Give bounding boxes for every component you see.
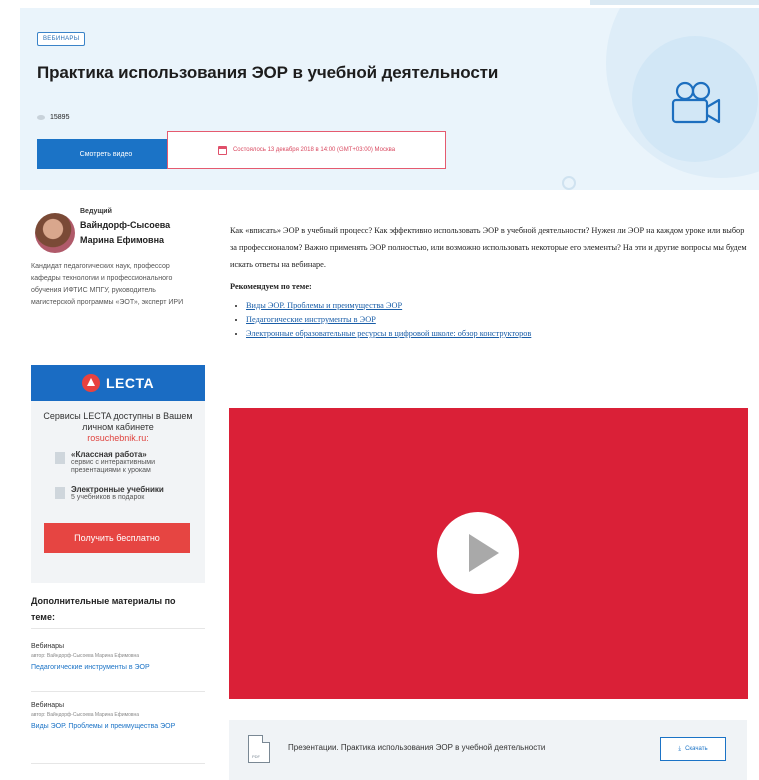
host-avatar <box>35 213 75 253</box>
material-link[interactable]: Педагогические инструменты в ЭОР <box>31 662 205 673</box>
date-text: Состоялось 13 декабря 2018 в 14:00 (GMT+… <box>232 147 396 153</box>
webinar-header: Вебинары Практика использования ЭОР в уч… <box>20 8 759 190</box>
intro-text: Как «вписать» ЭОР в учебный процесс? Как… <box>230 226 747 269</box>
divider <box>31 628 205 629</box>
promo-header: LECTA <box>31 365 205 401</box>
material-link[interactable]: Виды ЭОР. Проблемы и преимущества ЭОР <box>31 721 205 732</box>
host-role: Ведущий <box>80 208 112 215</box>
book-icon <box>55 487 65 499</box>
recommend-link[interactable]: Электронные образовательные ресурсы в ци… <box>246 327 748 341</box>
recommend-title: Рекомендуем по теме: <box>230 282 312 291</box>
materials-title: Дополнительные материалы по теме: <box>31 596 176 622</box>
get-free-button[interactable]: Получить бесплатно <box>44 523 190 553</box>
category-badge[interactable]: Вебинары <box>37 32 86 46</box>
calendar-icon <box>217 145 227 155</box>
divider <box>31 691 205 692</box>
promo-item: Электронные учебники 5 учебников в подар… <box>55 486 201 502</box>
promo-link[interactable]: rosuchebnik.ru: <box>31 433 205 443</box>
promo-item-desc: сервис с интерактивными презентациями к … <box>71 459 155 474</box>
material-item: Вебинары автор: Вайндорф-Сысоева Марина … <box>31 702 205 732</box>
promo-brand: LECTA <box>105 375 155 391</box>
host-name[interactable]: Вайндорф-Сысоева Марина Ефимовна <box>80 218 205 248</box>
download-button[interactable]: ⤓ Скачать <box>660 737 726 761</box>
views-count: 15895 <box>50 114 70 121</box>
views-counter: 15895 <box>37 114 69 121</box>
top-strip <box>590 0 759 5</box>
lecta-promo: LECTA Сервисы LECTA доступны в Вашем лич… <box>31 365 205 583</box>
decor-circle <box>562 176 576 190</box>
divider <box>31 763 205 764</box>
promo-item: «Классная работа» сервис с интерактивным… <box>55 451 201 475</box>
file-attachment: PDF Презентации. Практика использования … <box>229 720 747 780</box>
lecta-logo-icon <box>81 374 100 392</box>
document-icon <box>55 452 65 464</box>
material-item: Вебинары автор: Вайндорф-Сысоева Марина … <box>31 643 205 673</box>
material-type: Вебинары <box>31 702 65 709</box>
watch-video-button[interactable]: Смотреть видео <box>37 139 175 169</box>
main-content: Как «вписать» ЭОР в учебный процесс? Как… <box>230 222 748 341</box>
host-description: Кандидат педагогических наук, профессор … <box>31 263 184 306</box>
file-icon: PDF <box>248 735 270 763</box>
promo-text: Сервисы LECTA доступны в Вашем личном ка… <box>43 411 193 432</box>
recommend-link[interactable]: Виды ЭОР. Проблемы и преимущества ЭОР <box>246 299 748 313</box>
date-info: Состоялось 13 декабря 2018 в 14:00 (GMT+… <box>167 131 446 169</box>
material-author: автор: Вайндорф-Сысоева Марина Ефимовна <box>31 712 140 718</box>
video-player[interactable] <box>229 408 748 699</box>
download-label: Скачать <box>685 746 708 752</box>
video-camera-icon <box>671 81 721 124</box>
play-icon[interactable] <box>437 512 519 594</box>
promo-item-desc: 5 учебников в подарок <box>71 494 145 501</box>
promo-item-title: Электронные учебники <box>71 485 164 494</box>
page-title: Практика использования ЭОР в учебной дея… <box>37 63 499 82</box>
recommend-link[interactable]: Педагогические инструменты в ЭОР <box>246 313 748 327</box>
recommend-list: Виды ЭОР. Проблемы и преимущества ЭОР Пе… <box>230 299 748 341</box>
material-type: Вебинары <box>31 643 65 650</box>
download-icon: ⤓ <box>678 745 682 752</box>
material-author: автор: Вайндорф-Сысоева Марина Ефимовна <box>31 653 140 659</box>
file-name: Презентации. Практика использования ЭОР … <box>288 743 546 752</box>
promo-item-title: «Классная работа» <box>71 450 147 459</box>
file-ext: PDF <box>252 754 260 759</box>
eye-icon <box>37 115 45 120</box>
